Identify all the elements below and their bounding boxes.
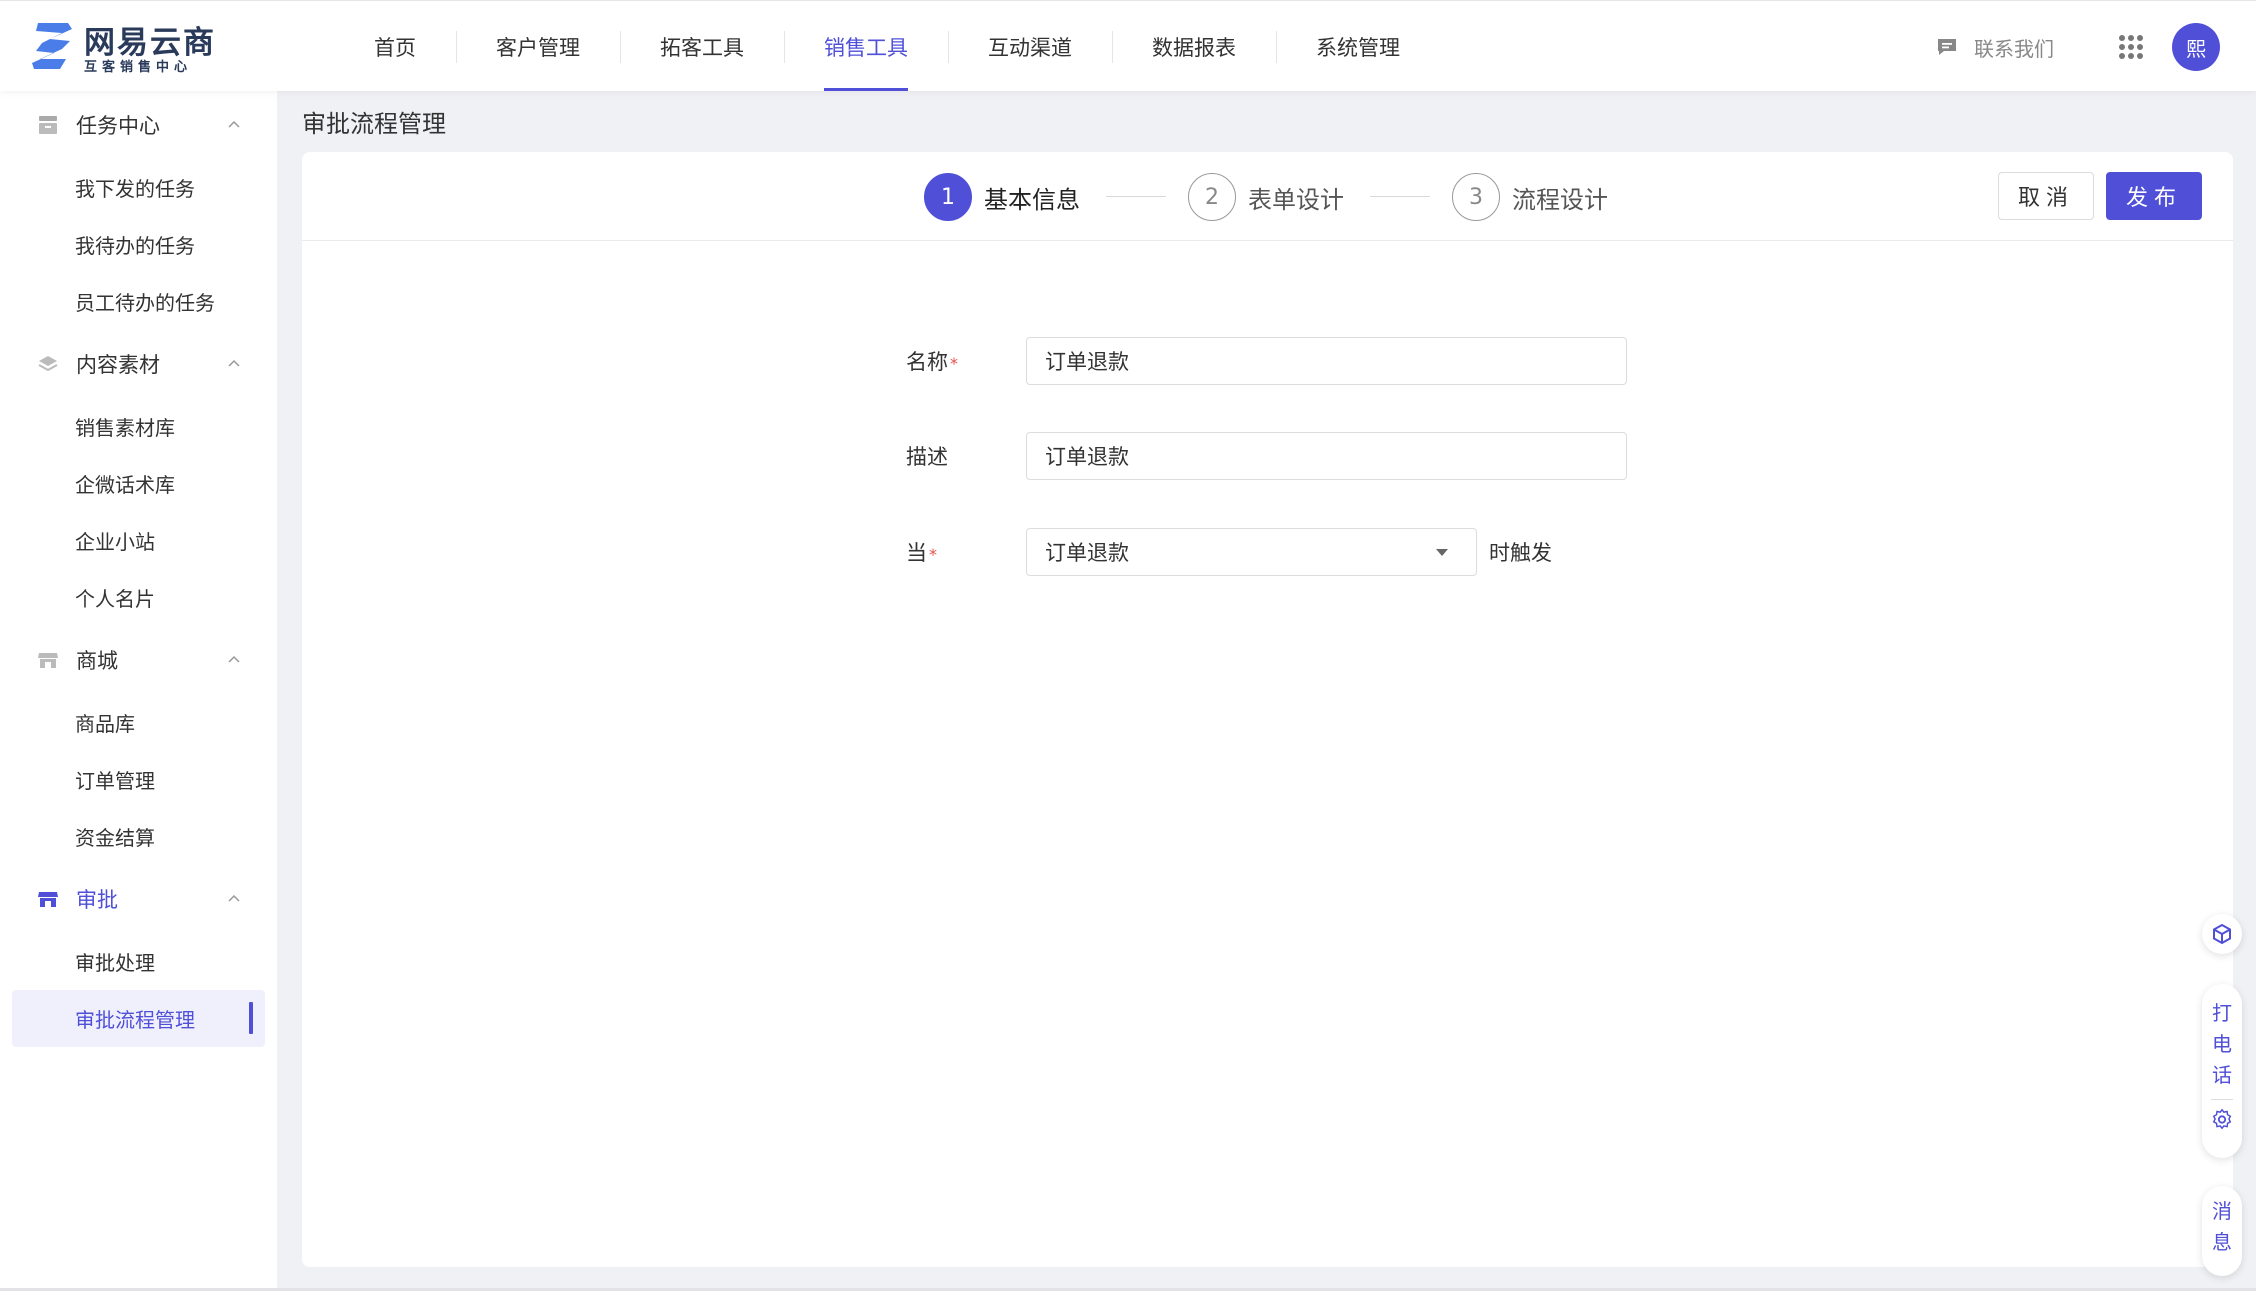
step-number: 3: [1452, 173, 1500, 221]
sidebar-item-product-library[interactable]: 商品库: [12, 694, 265, 751]
trigger-select[interactable]: 订单退款: [1026, 528, 1477, 576]
main-card: 1 基本信息 2 表单设计 3 流程设计 取消 发布 名称* 描述 当* 订单退…: [302, 152, 2233, 1267]
step-basic-info[interactable]: 1 基本信息: [924, 172, 1080, 222]
step-label: 基本信息: [984, 185, 1080, 214]
sidebar-group-label: 审批: [76, 888, 118, 912]
form-row-name: 名称 *: [906, 337, 1627, 385]
chevron-up-icon: [228, 359, 240, 367]
layers-icon: [36, 352, 60, 376]
step-label: 表单设计: [1248, 185, 1344, 214]
nav-item-channels[interactable]: 互动渠道: [948, 1, 1112, 92]
step-form-design[interactable]: 2 表单设计: [1188, 172, 1344, 222]
float-call-panel: 打电话: [2202, 984, 2242, 1158]
cancel-button[interactable]: 取消: [1998, 172, 2094, 220]
trigger-suffix: 时触发: [1489, 541, 1552, 565]
sidebar-group-content[interactable]: 内容素材: [0, 330, 277, 398]
step-number: 2: [1188, 173, 1236, 221]
name-label: 名称 *: [906, 346, 1026, 376]
float-cube-button[interactable]: [2202, 914, 2242, 954]
form-row-trigger: 当 * 订单退款 时触发: [906, 528, 1552, 576]
trigger-label: 当 *: [906, 537, 1026, 567]
main-nav: 首页 客户管理 拓客工具 销售工具 互动渠道 数据报表 系统管理: [334, 1, 1440, 92]
sidebar-item-wecom-scripts[interactable]: 企微话术库: [12, 455, 265, 512]
publish-button[interactable]: 发布: [2106, 172, 2202, 220]
caret-down-icon: [1436, 549, 1448, 556]
contact-us-label: 联系我们: [1974, 36, 2054, 61]
sidebar-group-task-center[interactable]: 任务中心: [0, 91, 277, 159]
step-connector: [1370, 196, 1430, 197]
trigger-select-value: 订单退款: [1045, 541, 1129, 565]
store-icon: [36, 648, 60, 672]
nav-item-system[interactable]: 系统管理: [1276, 1, 1440, 92]
steps-bar: 1 基本信息 2 表单设计 3 流程设计 取消 发布: [302, 152, 2233, 241]
logo-mark-icon: [32, 23, 72, 69]
step-flow-design[interactable]: 3 流程设计: [1452, 172, 1608, 222]
sidebar-item-staff-todo-tasks[interactable]: 员工待办的任务: [12, 273, 265, 330]
sidebar: 任务中心 我下发的任务 我待办的任务 员工待办的任务 内容素材 销售素材库 企微…: [0, 91, 277, 1291]
contact-us-link[interactable]: 联系我们: [1936, 29, 2054, 65]
step-connector: [1106, 196, 1166, 197]
nav-item-prospecting[interactable]: 拓客工具: [620, 1, 784, 92]
nav-item-customers[interactable]: 客户管理: [456, 1, 620, 92]
divider: [2211, 1099, 2233, 1100]
user-avatar[interactable]: 熙: [2172, 23, 2220, 71]
description-label: 描述: [906, 445, 948, 469]
brand-logo[interactable]: 网易云商 互客销售中心: [32, 17, 232, 75]
nav-item-home[interactable]: 首页: [334, 1, 456, 92]
task-icon: [36, 113, 60, 137]
sidebar-group-approval[interactable]: 审批: [0, 865, 277, 933]
approval-icon: [36, 887, 60, 911]
sidebar-group-label: 内容素材: [76, 353, 160, 377]
sidebar-item-company-site[interactable]: 企业小站: [12, 512, 265, 569]
brand-subtitle: 互客销售中心: [84, 60, 193, 75]
chat-icon: [1938, 39, 1956, 55]
chevron-up-icon: [228, 894, 240, 902]
nav-item-reports[interactable]: 数据报表: [1112, 1, 1276, 92]
top-bar: 网易云商 互客销售中心 首页 客户管理 拓客工具 销售工具 互动渠道 数据报表 …: [0, 0, 2256, 91]
sidebar-item-approval-flow-management[interactable]: 审批流程管理: [12, 990, 265, 1047]
call-button[interactable]: 打电话: [2212, 998, 2232, 1091]
message-label: 消息: [2212, 1199, 2232, 1254]
nav-item-sales-tools[interactable]: 销售工具: [784, 1, 948, 92]
chevron-up-icon: [228, 120, 240, 128]
form-row-description: 描述: [906, 432, 1627, 480]
sidebar-item-fund-settlement[interactable]: 资金结算: [12, 808, 265, 865]
float-message-button[interactable]: 消息: [2202, 1186, 2242, 1276]
page-title: 审批流程管理: [302, 110, 446, 138]
step-label: 流程设计: [1512, 185, 1608, 214]
gear-icon[interactable]: [2211, 1108, 2233, 1130]
sidebar-group-mall[interactable]: 商城: [0, 626, 277, 694]
required-mark: *: [929, 544, 937, 564]
step-number: 1: [924, 173, 972, 221]
required-mark: *: [950, 353, 958, 373]
name-input[interactable]: [1026, 337, 1627, 385]
cube-icon: [2213, 923, 2231, 945]
sidebar-item-business-card[interactable]: 个人名片: [12, 569, 265, 626]
sidebar-item-order-management[interactable]: 订单管理: [12, 751, 265, 808]
sidebar-item-approval-processing[interactable]: 审批处理: [12, 933, 265, 990]
description-input[interactable]: [1026, 432, 1627, 480]
sidebar-item-my-todo-tasks[interactable]: 我待办的任务: [12, 216, 265, 273]
chevron-up-icon: [228, 655, 240, 663]
sidebar-item-my-issued-tasks[interactable]: 我下发的任务: [12, 159, 265, 216]
name-label-text: 名称: [906, 350, 948, 374]
trigger-label-text: 当: [906, 541, 927, 565]
sidebar-group-label: 任务中心: [76, 114, 160, 138]
sidebar-item-sales-materials[interactable]: 销售素材库: [12, 398, 265, 455]
apps-grid-icon[interactable]: [2118, 34, 2144, 60]
sidebar-group-label: 商城: [76, 649, 118, 673]
